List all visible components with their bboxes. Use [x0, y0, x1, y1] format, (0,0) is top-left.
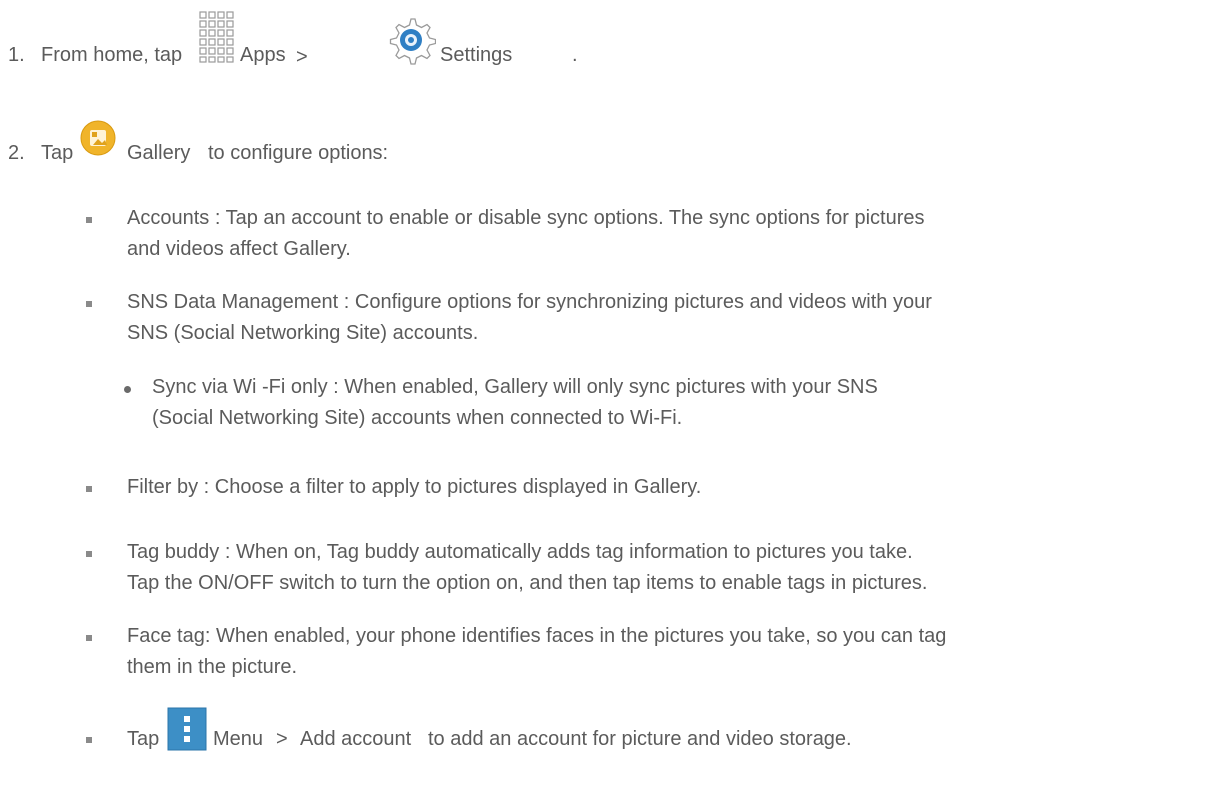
option-desc: : Configure options for synchronizing pi…: [338, 291, 932, 313]
suboption-term: Sync via Wi -Fi only: [152, 376, 328, 398]
bullet-marker: [86, 486, 92, 492]
step-1-number: 1.: [8, 44, 25, 66]
option-desc: : When enabled, your phone identifies fa…: [204, 625, 947, 647]
option-desc-cont: and videos affect Gallery.: [127, 238, 351, 260]
gallery-label: Gallery: [127, 142, 191, 164]
step-2-number: 2.: [8, 142, 25, 164]
option-term: Tag buddy: [127, 541, 220, 563]
option-desc: : Choose a filter to apply to pictures d…: [198, 476, 702, 498]
option-desc-cont: Tap the ON/OFF switch to turn the option…: [127, 572, 928, 594]
step-2-suffix: to configure options:: [208, 142, 389, 164]
option-desc: : When on, Tag buddy automatically adds …: [219, 541, 913, 563]
menu-label: Menu: [213, 728, 264, 750]
option-term: Accounts: [127, 207, 210, 229]
subbullet-marker: [124, 386, 131, 393]
option-term: Face tag: [127, 625, 205, 647]
step-1-period: .: [572, 44, 578, 66]
option-desc-cont: SNS (Social Networking Site) accounts.: [127, 322, 479, 344]
add-account-separator: >: [276, 728, 288, 750]
menu-more-icon: [167, 707, 207, 757]
add-account-suffix: to add an account for picture and video …: [428, 728, 852, 750]
option-term: SNS Data Management: [127, 291, 339, 313]
option-desc: : Tap an account to enable or disable sy…: [209, 207, 925, 229]
gallery-app-icon: [80, 118, 116, 168]
suboption-desc: : When enabled, Gallery will only sync p…: [327, 376, 878, 398]
option-desc-cont: them in the picture.: [127, 656, 298, 678]
apps-label: Apps: [240, 44, 286, 66]
apps-grid-icon: [197, 10, 235, 70]
bullet-marker: [86, 737, 92, 743]
step-1-prefix: From home, tap: [41, 44, 183, 66]
add-account-label: Add account: [300, 728, 412, 750]
step-1-separator: >: [296, 46, 308, 68]
option-term: Filter by: [127, 476, 199, 498]
bullet-marker: [86, 301, 92, 307]
settings-label: Settings: [440, 44, 513, 66]
settings-gear-icon: [386, 15, 437, 71]
bullet-marker: [86, 551, 92, 557]
step-2-prefix: Tap: [41, 142, 74, 164]
bullet-marker: [86, 217, 92, 223]
bullet-marker: [86, 635, 92, 641]
suboption-desc-cont: (Social Networking Site) accounts when c…: [152, 407, 683, 429]
add-account-prefix: Tap: [127, 728, 160, 750]
